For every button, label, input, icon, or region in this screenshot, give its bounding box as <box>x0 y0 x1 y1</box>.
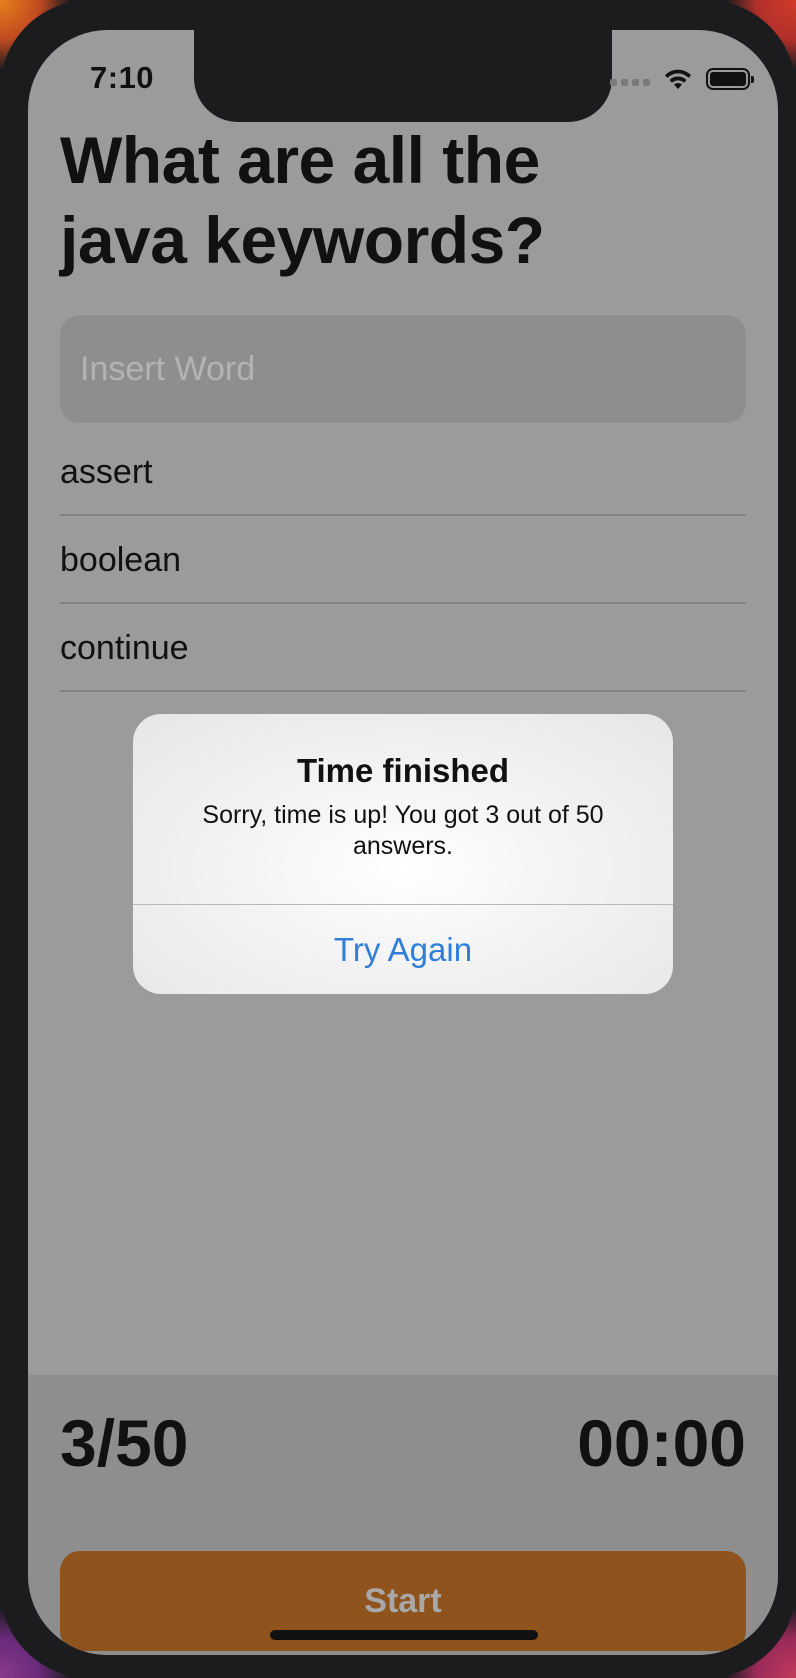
time-finished-alert: Time finished Sorry, time is up! You got… <box>133 714 673 994</box>
list-item: continue <box>60 606 746 692</box>
insert-word-input[interactable] <box>60 315 746 423</box>
device-notch <box>194 30 612 122</box>
bottom-panel: 3/50 00:00 Start <box>28 1375 778 1655</box>
status-icons <box>610 64 754 94</box>
alert-title: Time finished <box>296 752 510 789</box>
try-again-button[interactable]: Try Again <box>133 905 673 994</box>
countdown-timer: 00:00 <box>577 1406 746 1480</box>
app-screen: 7:10 What are all the java keywords? ass… <box>28 30 778 1655</box>
status-time: 7:10 <box>90 60 155 95</box>
question-title: What are all the java keywords? <box>60 123 545 277</box>
battery-icon <box>706 68 754 90</box>
device-frame: 7:10 What are all the java keywords? ass… <box>0 0 796 1678</box>
list-item: assert <box>60 430 746 516</box>
list-item: boolean <box>60 518 746 604</box>
score-counter: 3/50 <box>60 1406 189 1480</box>
home-indicator[interactable] <box>270 1630 538 1640</box>
alert-message: Sorry, time is up! You got 3 out of 50 a… <box>202 801 604 860</box>
cellular-signal-icon <box>610 72 650 86</box>
wifi-icon <box>665 69 691 89</box>
answers-list: assert boolean continue <box>60 430 746 694</box>
